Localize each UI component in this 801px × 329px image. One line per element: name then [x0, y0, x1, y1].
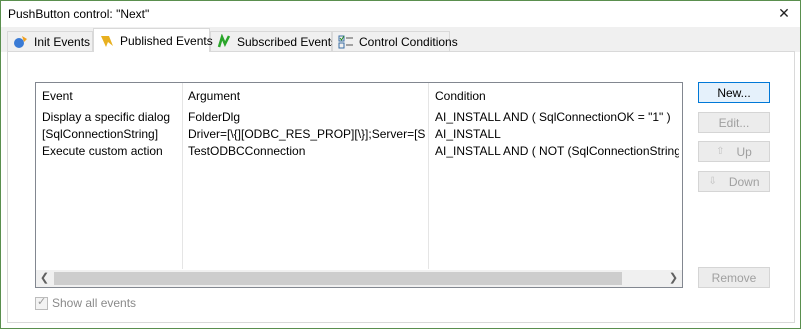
events-grid[interactable]: Event Argument Condition Display a speci…	[35, 82, 683, 288]
tab-subscribed-events[interactable]: Subscribed Events	[210, 31, 337, 51]
dialog-window: PushButton control: "Next" ✕ Init Events…	[0, 0, 801, 329]
show-all-events-label: Show all events	[52, 296, 137, 310]
cell-argument[interactable]: FolderDlg	[188, 110, 426, 124]
published-events-icon	[99, 33, 115, 49]
scroll-left-icon[interactable]: ❮	[36, 270, 53, 287]
up-button[interactable]: ⇧ Up	[698, 141, 770, 162]
header-condition[interactable]: Condition	[435, 89, 486, 103]
title-bar: PushButton control: "Next" ✕	[1, 1, 800, 27]
up-button-label: Up	[736, 144, 752, 159]
tab-published-events[interactable]: Published Events	[93, 28, 213, 52]
window-title: PushButton control: "Next"	[8, 7, 150, 21]
header-argument[interactable]: Argument	[188, 89, 240, 103]
tab-label: Subscribed Events	[237, 34, 338, 49]
cell-condition[interactable]: AI_INSTALL AND ( NOT (SqlConnectionStrin…	[435, 144, 679, 158]
new-button[interactable]: New...	[698, 82, 770, 103]
tab-label: Init Events	[34, 34, 91, 49]
arrow-up-icon: ⇧	[716, 146, 725, 157]
down-button-label: Down	[728, 174, 760, 189]
cell-argument[interactable]: Driver=[\{][ODBC_RES_PROP][\}];Server=[S…	[188, 127, 426, 141]
cell-event[interactable]: [SqlConnectionString]	[42, 127, 180, 141]
close-icon[interactable]: ✕	[776, 4, 792, 22]
arrow-down-icon: ⇩	[708, 176, 717, 187]
new-button-label: New...	[717, 85, 751, 100]
scroll-right-icon[interactable]: ❯	[665, 270, 682, 287]
tab-label: Control Conditions	[359, 34, 458, 49]
init-events-icon	[13, 34, 29, 50]
cell-event[interactable]: Execute custom action	[42, 144, 180, 158]
tab-label: Published Events	[120, 33, 213, 48]
remove-button[interactable]: Remove	[698, 267, 770, 288]
header-event[interactable]: Event	[42, 89, 73, 103]
edit-button[interactable]: Edit...	[698, 112, 770, 133]
edit-button-label: Edit...	[718, 115, 750, 130]
cell-argument[interactable]: TestODBCConnection	[188, 144, 426, 158]
remove-button-label: Remove	[711, 270, 757, 285]
cell-event[interactable]: Display a specific dialog	[42, 110, 180, 124]
tab-strip: Init Events Published Events Subscribed …	[1, 27, 800, 52]
show-all-events-checkbox[interactable]: Show all events	[35, 295, 137, 310]
horizontal-scrollbar[interactable]: ❮ ❯	[36, 270, 682, 287]
checkbox-checked-icon[interactable]	[35, 295, 48, 310]
cell-condition[interactable]: AI_INSTALL AND ( SqlConnectionOK = "1" )	[435, 110, 679, 124]
tab-control-conditions[interactable]: Control Conditions	[332, 31, 458, 51]
scrollbar-thumb[interactable]	[54, 272, 622, 285]
subscribed-events-icon	[216, 32, 232, 50]
control-conditions-icon	[338, 34, 354, 50]
tab-init-events[interactable]: Init Events	[7, 31, 93, 51]
down-button[interactable]: ⇩ Down	[698, 171, 770, 192]
cell-condition[interactable]: AI_INSTALL	[435, 127, 679, 141]
